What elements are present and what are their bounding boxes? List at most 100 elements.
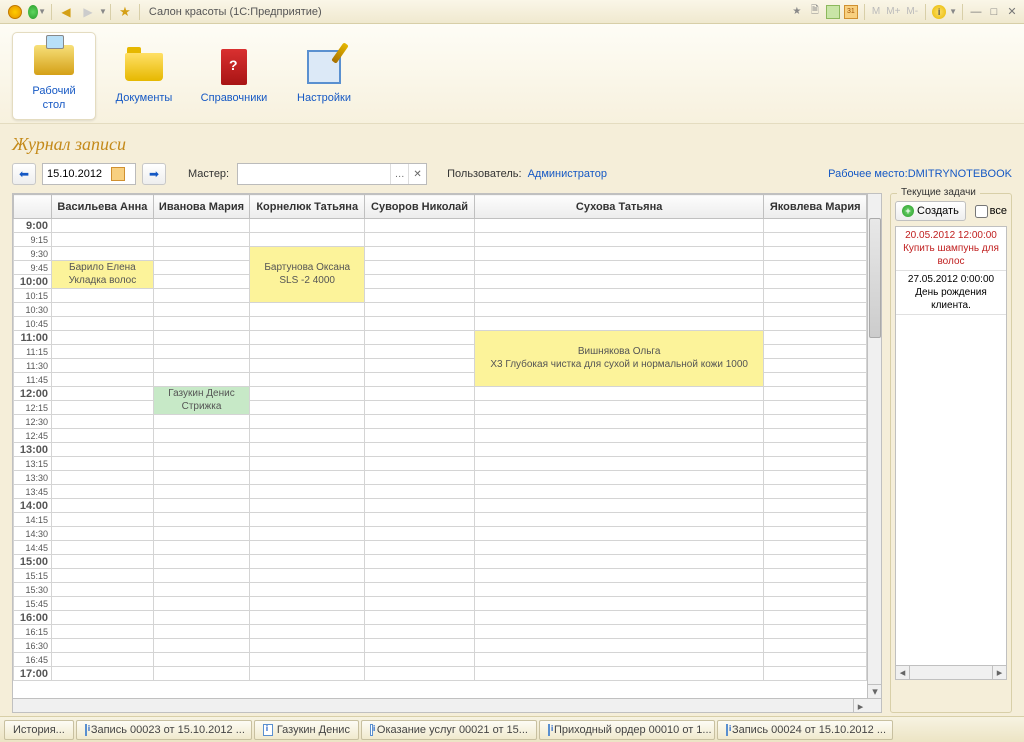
schedule-cell[interactable]: [365, 401, 475, 415]
schedule-cell[interactable]: [365, 359, 475, 373]
schedule-cell[interactable]: [474, 625, 763, 639]
schedule-cell[interactable]: [764, 485, 867, 499]
master-field[interactable]: … ✕: [237, 163, 427, 185]
tasks-scrollbar[interactable]: ◂ ▸: [895, 666, 1007, 680]
schedule-cell[interactable]: [365, 485, 475, 499]
schedule-cell[interactable]: [153, 471, 249, 485]
schedule-cell[interactable]: [52, 625, 154, 639]
schedule-cell[interactable]: [764, 513, 867, 527]
schedule-cell[interactable]: [764, 429, 867, 443]
schedule-cell[interactable]: [764, 639, 867, 653]
date-prev-button[interactable]: ⬅: [12, 163, 36, 185]
schedule-cell[interactable]: [153, 219, 249, 233]
schedule-cell[interactable]: [153, 247, 249, 261]
schedule-cell[interactable]: [250, 611, 365, 625]
schedule-cell[interactable]: [764, 555, 867, 569]
schedule-cell[interactable]: [250, 317, 365, 331]
schedule-cell[interactable]: [764, 583, 867, 597]
tab-settings[interactable]: Настройки: [282, 32, 366, 120]
fav2-icon[interactable]: ★: [789, 4, 805, 20]
schedule-cell[interactable]: [764, 247, 867, 261]
favorites-icon[interactable]: ★: [116, 3, 134, 21]
calculator-icon[interactable]: [825, 4, 841, 20]
schedule-cell[interactable]: [365, 261, 475, 275]
schedule-cell[interactable]: [52, 653, 154, 667]
schedule-cell[interactable]: [250, 415, 365, 429]
schedule-cell[interactable]: [474, 429, 763, 443]
schedule-cell[interactable]: [52, 247, 154, 261]
schedule-cell[interactable]: [153, 611, 249, 625]
all-checkbox[interactable]: все: [975, 205, 1007, 218]
schedule-cell[interactable]: [250, 527, 365, 541]
schedule-cell[interactable]: [365, 639, 475, 653]
info-dropdown-icon[interactable]: ▼: [949, 7, 957, 16]
schedule-cell[interactable]: [153, 233, 249, 247]
schedule-cell[interactable]: [365, 597, 475, 611]
master-header[interactable]: Суворов Николай: [365, 195, 475, 219]
schedule-cell[interactable]: [474, 513, 763, 527]
schedule-cell[interactable]: [52, 513, 154, 527]
master-header[interactable]: Корнелюк Татьяна: [250, 195, 365, 219]
schedule-cell[interactable]: [764, 219, 867, 233]
schedule-cell[interactable]: [474, 401, 763, 415]
schedule-cell[interactable]: [250, 625, 365, 639]
schedule-cell[interactable]: [764, 289, 867, 303]
schedule-cell[interactable]: [474, 667, 763, 681]
schedule-cell[interactable]: [764, 625, 867, 639]
schedule-cell[interactable]: [153, 541, 249, 555]
schedule-cell[interactable]: [153, 597, 249, 611]
schedule-cell[interactable]: [153, 443, 249, 457]
schedule-cell[interactable]: [365, 345, 475, 359]
schedule-cell[interactable]: [153, 317, 249, 331]
schedule-cell[interactable]: [365, 555, 475, 569]
scroll-down-icon[interactable]: ▾: [868, 684, 882, 698]
schedule-cell[interactable]: [764, 303, 867, 317]
task-item[interactable]: 27.05.2012 0:00:00День рождения клиента.: [896, 271, 1006, 315]
master-header[interactable]: Сухова Татьяна: [474, 195, 763, 219]
schedule-cell[interactable]: [764, 401, 867, 415]
schedule-cell[interactable]: [474, 611, 763, 625]
schedule-cell[interactable]: [764, 443, 867, 457]
schedule-cell[interactable]: [52, 443, 154, 457]
schedule-cell[interactable]: [250, 639, 365, 653]
close-button[interactable]: ✕: [1004, 5, 1020, 19]
schedule-cell[interactable]: [52, 667, 154, 681]
schedule-cell[interactable]: [52, 555, 154, 569]
schedule-cell[interactable]: [365, 443, 475, 457]
taskbar-history[interactable]: История...: [4, 720, 74, 740]
schedule-cell[interactable]: [52, 303, 154, 317]
schedule-cell[interactable]: [52, 429, 154, 443]
schedule-cell[interactable]: [365, 513, 475, 527]
schedule-cell[interactable]: [153, 429, 249, 443]
schedule-cell[interactable]: [365, 569, 475, 583]
schedule-cell[interactable]: [153, 303, 249, 317]
schedule-cell[interactable]: [764, 667, 867, 681]
create-task-button[interactable]: + Создать: [895, 201, 966, 221]
appointment[interactable]: Вишнякова ОльгаX3 Глубокая чистка для су…: [474, 331, 763, 387]
tab-desktop[interactable]: Рабочий стол: [12, 32, 96, 120]
schedule-cell[interactable]: [365, 233, 475, 247]
schedule-cell[interactable]: [250, 569, 365, 583]
schedule-cell[interactable]: [474, 289, 763, 303]
schedule-cell[interactable]: [365, 415, 475, 429]
schedule-cell[interactable]: [52, 331, 154, 345]
schedule-cell[interactable]: [474, 415, 763, 429]
schedule-cell[interactable]: [52, 471, 154, 485]
schedule-cell[interactable]: [153, 625, 249, 639]
schedule-cell[interactable]: [52, 541, 154, 555]
schedule-cell[interactable]: [474, 653, 763, 667]
schedule-cell[interactable]: [764, 527, 867, 541]
schedule-cell[interactable]: [250, 485, 365, 499]
schedule-cell[interactable]: [250, 541, 365, 555]
doc-icon[interactable]: 🗎: [807, 4, 823, 20]
schedule-cell[interactable]: [52, 289, 154, 303]
task-list[interactable]: 20.05.2012 12:00:00Купить шампунь для во…: [895, 226, 1007, 666]
nav-fwd-icon[interactable]: ▶: [79, 3, 97, 21]
schedule-cell[interactable]: [764, 471, 867, 485]
schedule-cell[interactable]: [764, 317, 867, 331]
schedule-cell[interactable]: [250, 471, 365, 485]
schedule-cell[interactable]: [764, 233, 867, 247]
schedule-cell[interactable]: [250, 219, 365, 233]
maximize-button[interactable]: □: [986, 5, 1002, 19]
schedule-cell[interactable]: [52, 611, 154, 625]
